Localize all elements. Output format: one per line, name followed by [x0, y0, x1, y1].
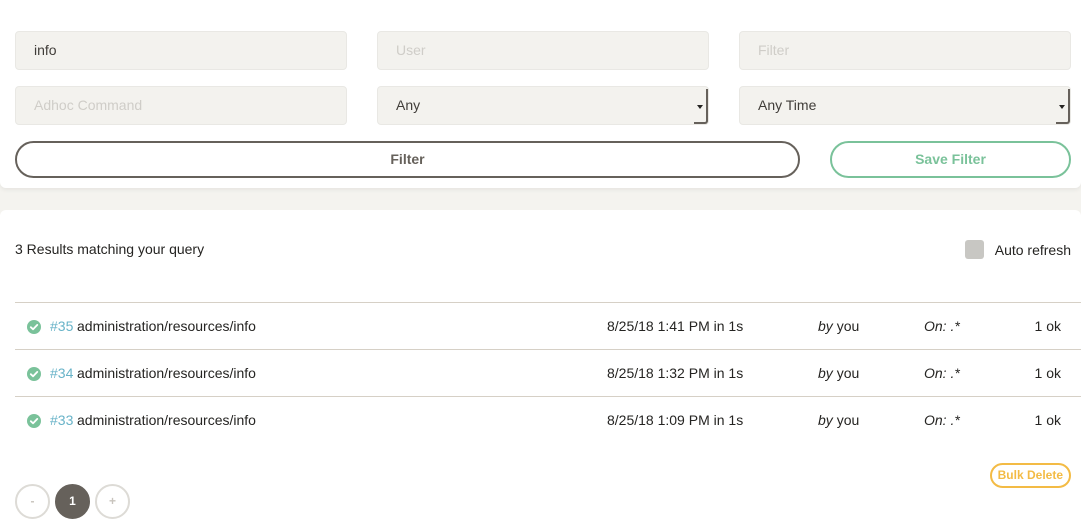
user-input[interactable]: User	[377, 31, 709, 70]
node-filter: On: .*	[924, 365, 960, 381]
next-page-button[interactable]: +	[95, 484, 130, 519]
results-count: 3 Results matching your query	[15, 241, 205, 257]
status-select[interactable]: Any	[377, 86, 709, 125]
caret-down-icon	[1056, 89, 1070, 124]
by-user: you	[836, 318, 860, 334]
job-name[interactable]: administration/resources/info	[77, 318, 256, 334]
status-select-value: Any	[396, 97, 421, 113]
job-name-input[interactable]: info	[15, 31, 347, 70]
job-number-link[interactable]: #35	[50, 318, 73, 334]
by-user: you	[836, 412, 860, 428]
job-name[interactable]: administration/resources/info	[77, 412, 256, 428]
page-1-button[interactable]: 1	[55, 484, 90, 519]
node-filter: On: .*	[924, 318, 960, 334]
results-panel: 3 Results matching your query Auto refre…	[0, 210, 1081, 528]
executed-by: by you	[818, 365, 859, 381]
time-select-value: Any Time	[758, 97, 817, 113]
result-summary: 1 ok	[1034, 412, 1061, 428]
job-name[interactable]: administration/resources/info	[77, 365, 256, 381]
by-user: you	[836, 365, 860, 381]
check-circle-icon	[27, 367, 41, 381]
adhoc-command-input[interactable]: Adhoc Command	[15, 86, 347, 125]
auto-refresh-toggle[interactable]: Auto refresh	[964, 240, 1071, 259]
result-summary: 1 ok	[1034, 318, 1061, 334]
node-filter: On: .*	[924, 412, 960, 428]
by-prefix: by	[818, 318, 833, 334]
filter-panel: info User Filter Adhoc Command Any Any T…	[0, 0, 1081, 188]
pagination: - 1 +	[15, 484, 130, 519]
list-item[interactable]: #34 administration/resources/info 8/25/1…	[15, 349, 1081, 396]
auto-refresh-checkbox[interactable]	[964, 240, 984, 259]
check-circle-icon	[27, 414, 41, 428]
list-item[interactable]: #35 administration/resources/info 8/25/1…	[15, 302, 1081, 349]
by-prefix: by	[818, 412, 833, 428]
list-item[interactable]: #33 administration/resources/info 8/25/1…	[15, 396, 1081, 443]
prev-page-button[interactable]: -	[15, 484, 50, 519]
executed-by: by you	[818, 318, 859, 334]
bulk-delete-button[interactable]: Bulk Delete	[989, 463, 1071, 488]
execution-time: 8/25/18 1:41 PM in 1s	[607, 318, 744, 334]
by-prefix: by	[818, 365, 833, 381]
auto-refresh-label: Auto refresh	[994, 241, 1071, 258]
check-circle-icon	[27, 320, 41, 334]
execution-time: 8/25/18 1:32 PM in 1s	[607, 365, 744, 381]
filter-button[interactable]: Filter	[15, 141, 800, 178]
time-select[interactable]: Any Time	[739, 86, 1071, 125]
job-number-link[interactable]: #34	[50, 365, 73, 381]
executed-by: by you	[818, 412, 859, 428]
job-number-link[interactable]: #33	[50, 412, 73, 428]
filter-input[interactable]: Filter	[739, 31, 1071, 70]
save-filter-button[interactable]: Save Filter	[830, 141, 1071, 178]
execution-time: 8/25/18 1:09 PM in 1s	[607, 412, 744, 428]
results-list: #35 administration/resources/info 8/25/1…	[15, 302, 1081, 443]
result-summary: 1 ok	[1034, 365, 1061, 381]
caret-down-icon	[694, 89, 708, 124]
